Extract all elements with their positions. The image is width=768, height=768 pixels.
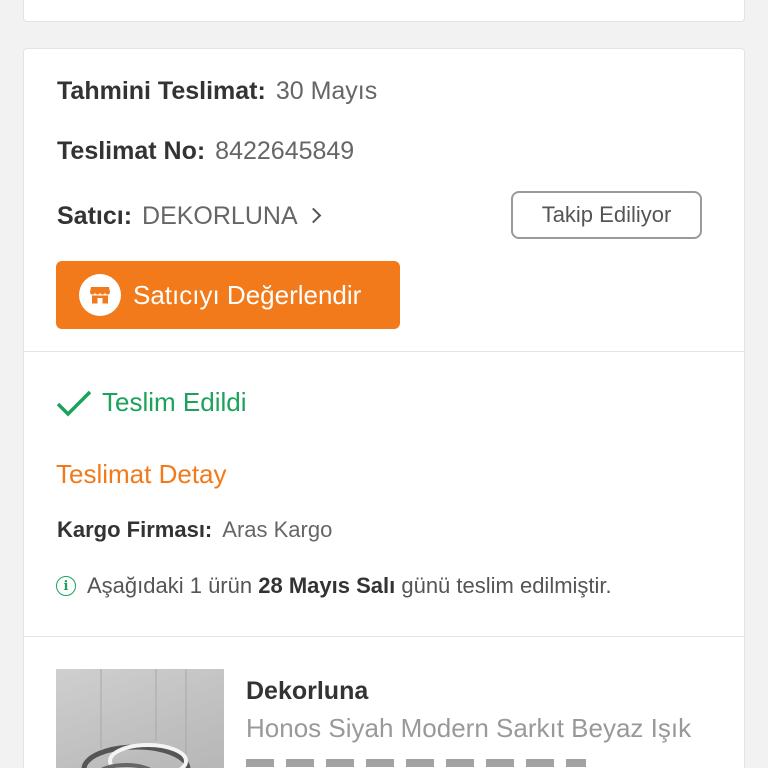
cargo-company-label: Kargo Firması: <box>57 517 213 542</box>
divider <box>24 351 744 352</box>
product-name[interactable]: Honos Siyah Modern Sarkıt Beyaz Işık <box>246 713 716 744</box>
info-prefix: Aşağıdaki 1 ürün <box>87 573 253 598</box>
seller-name[interactable]: DEKORLUNA <box>142 204 298 229</box>
estimated-delivery-row: Tahmini Teslimat: 30 Mayıs <box>57 79 377 104</box>
info-date: 28 Mayıs Salı <box>258 573 396 598</box>
store-icon <box>79 274 121 316</box>
divider <box>24 636 744 637</box>
order-card: Tahmini Teslimat: 30 Mayıs Teslimat No: … <box>23 48 745 768</box>
seller-link[interactable]: Satıcı: DEKORLUNA <box>57 202 321 230</box>
product-image[interactable] <box>56 669 224 768</box>
estimated-delivery-value: 30 Mayıs <box>275 77 378 105</box>
delivery-status: Teslim Edildi <box>56 387 247 418</box>
chevron-right-icon <box>305 207 321 224</box>
cargo-company-row: Kargo Firması: Aras Kargo <box>57 519 332 541</box>
delivery-status-text: Teslim Edildi <box>102 387 247 417</box>
delivery-number-row: Teslimat No: 8422645849 <box>57 139 354 164</box>
delivery-info: i Aşağıdaki 1 ürün 28 Mayıs Salı günü te… <box>56 573 612 599</box>
product-extra-line <box>246 757 716 767</box>
estimated-delivery-label: Tahmini Teslimat: <box>57 77 266 105</box>
rate-seller-label: Satıcıyı Değerlendir <box>133 279 362 310</box>
follow-seller-button[interactable]: Takip Ediliyor <box>511 191 702 239</box>
delivery-number-value: 8422645849 <box>215 137 355 165</box>
delivery-detail-title: Teslimat Detay <box>56 459 227 489</box>
info-suffix: günü teslim edilmiştir. <box>401 573 612 598</box>
seller-label: Satıcı: <box>57 202 133 230</box>
previous-card <box>23 0 745 22</box>
rate-seller-button[interactable]: Satıcıyı Değerlendir <box>56 261 400 329</box>
product-brand: Dekorluna <box>246 677 369 705</box>
info-icon: i <box>56 576 76 596</box>
delivery-number-label: Teslimat No: <box>57 137 206 165</box>
checkmark-icon <box>56 390 92 416</box>
cargo-company-value: Aras Kargo <box>222 517 333 542</box>
